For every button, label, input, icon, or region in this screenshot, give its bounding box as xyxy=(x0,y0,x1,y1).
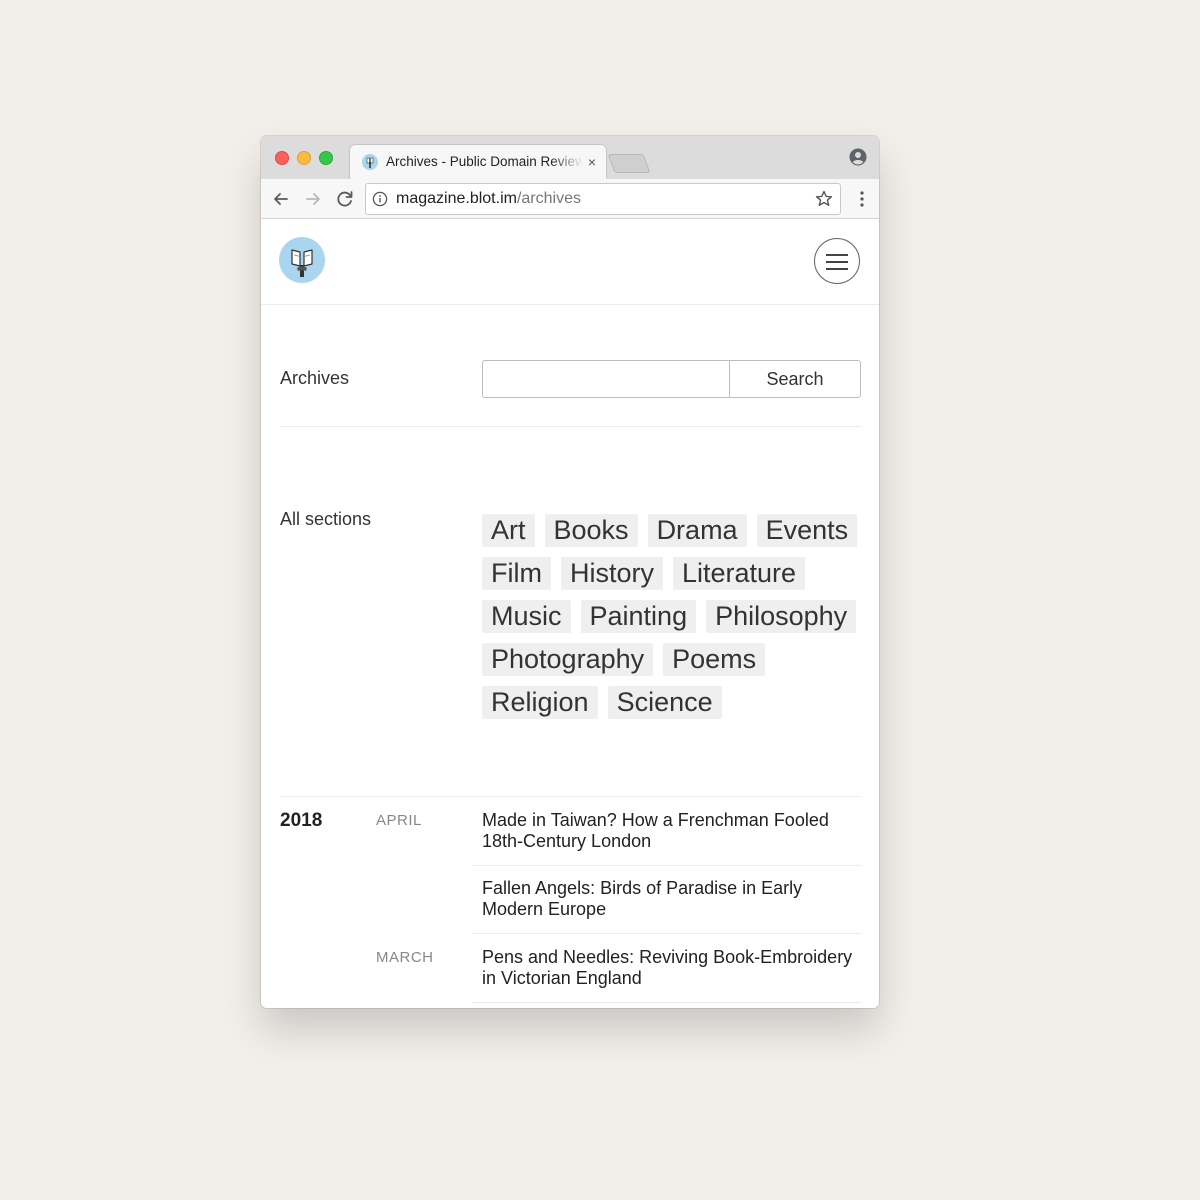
section-divider xyxy=(280,426,861,427)
browser-window: Archives - Public Domain Review × magazi… xyxy=(261,136,879,1008)
section-tags: Art Books Drama Events Film History Literature… xyxy=(482,514,862,729)
close-window-button[interactable] xyxy=(275,151,289,165)
address-bar[interactable]: magazine.blot.im/archives xyxy=(365,183,841,215)
maximize-window-button[interactable] xyxy=(319,151,333,165)
search-input[interactable] xyxy=(482,360,730,398)
tag-row: Religion Science xyxy=(482,686,862,719)
tab-strip: Archives - Public Domain Review × xyxy=(261,136,879,181)
tag-row: Photography Poems xyxy=(482,643,862,676)
all-sections-label: All sections xyxy=(280,509,372,529)
section-tag-events[interactable]: Events xyxy=(756,514,858,547)
url-text[interactable]: magazine.blot.im/archives xyxy=(396,190,581,208)
hamburger-line xyxy=(826,254,848,256)
section-tag-philosophy[interactable]: Philosophy xyxy=(706,600,857,633)
star-icon[interactable] xyxy=(814,189,834,209)
article-divider xyxy=(472,865,861,866)
article-link[interactable]: Made in Taiwan? How a Frenchman Fooled 1… xyxy=(482,810,867,852)
section-tag-science[interactable]: Science xyxy=(607,686,722,719)
article-divider xyxy=(472,1002,861,1003)
section-tag-art[interactable]: Art xyxy=(482,514,535,547)
tag-row: Music Painting Philosophy xyxy=(482,600,862,633)
section-tag-music[interactable]: Music xyxy=(482,600,571,633)
search-button[interactable]: Search xyxy=(729,360,861,398)
month-label: MARCH xyxy=(376,949,434,966)
section-tag-photography[interactable]: Photography xyxy=(482,643,654,676)
article-link[interactable]: Pens and Needles: Reviving Book-Embroide… xyxy=(482,947,867,989)
hamburger-line xyxy=(826,268,848,270)
article-divider xyxy=(472,933,861,934)
section-tag-poems[interactable]: Poems xyxy=(663,643,766,676)
archive-divider xyxy=(280,796,861,797)
book-logo-icon[interactable] xyxy=(279,237,325,283)
tab-title-fade xyxy=(550,151,584,173)
minimize-window-button[interactable] xyxy=(297,151,311,165)
tag-row: Film History Literature xyxy=(482,557,862,590)
forward-arrow-icon[interactable] xyxy=(302,188,324,210)
new-tab-button[interactable] xyxy=(607,154,651,173)
active-tab[interactable]: Archives - Public Domain Review × xyxy=(349,144,607,181)
section-tag-film[interactable]: Film xyxy=(482,557,551,590)
tab-close-icon[interactable]: × xyxy=(588,153,596,171)
hamburger-line xyxy=(826,261,848,263)
favicon-icon xyxy=(362,154,378,170)
section-tag-painting[interactable]: Painting xyxy=(580,600,697,633)
browser-toolbar: magazine.blot.im/archives xyxy=(261,179,879,219)
info-icon[interactable] xyxy=(372,191,388,207)
month-label: APRIL xyxy=(376,812,422,829)
reload-icon[interactable] xyxy=(334,188,356,210)
url-path: /archives xyxy=(516,190,581,207)
url-host: magazine.blot.im xyxy=(396,190,517,207)
hamburger-icon[interactable] xyxy=(814,238,860,284)
section-tag-history[interactable]: History xyxy=(560,557,663,590)
archives-label: Archives xyxy=(280,368,350,388)
section-tag-religion[interactable]: Religion xyxy=(482,686,598,719)
profile-icon[interactable] xyxy=(849,148,867,166)
back-arrow-icon[interactable] xyxy=(270,188,292,210)
site-header xyxy=(261,219,879,305)
section-tag-drama[interactable]: Drama xyxy=(647,514,747,547)
section-tag-books[interactable]: Books xyxy=(544,514,638,547)
page-content: Archives Search All sections Art Books Dra… xyxy=(261,219,879,1008)
vertical-dots-icon[interactable] xyxy=(859,189,865,209)
section-tag-literature[interactable]: Literature xyxy=(673,557,806,590)
article-link[interactable]: Fallen Angels: Birds of Paradise in Earl… xyxy=(482,878,867,920)
tag-row: Art Books Drama Events xyxy=(482,514,862,547)
archive-year: 2018 xyxy=(280,810,323,831)
